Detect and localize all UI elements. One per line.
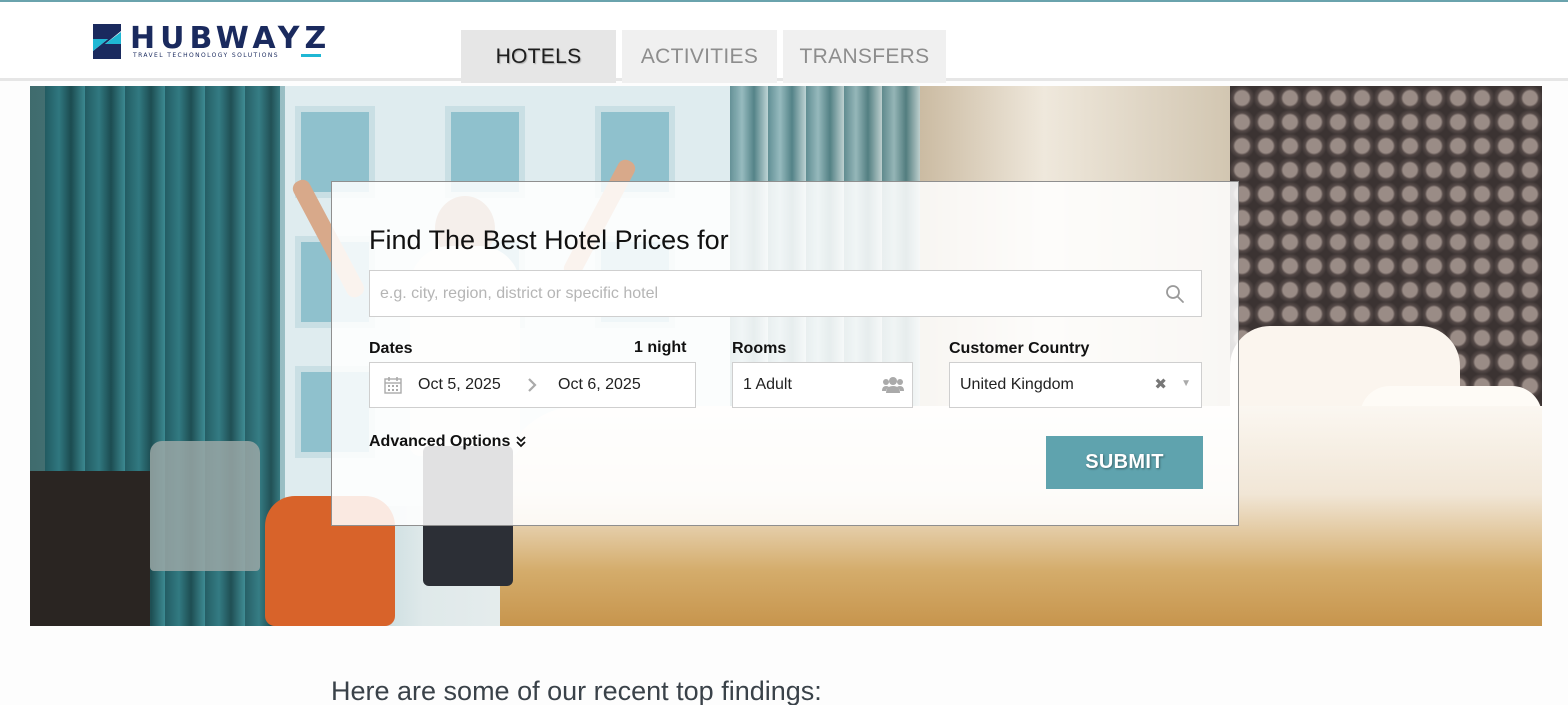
- double-chevron-down-icon: [516, 436, 526, 448]
- check-out-date[interactable]: Oct 6, 2025: [558, 376, 641, 394]
- tab-activities[interactable]: ACTIVITIES: [622, 30, 777, 83]
- customer-country-select[interactable]: United Kingdom ✖ ▼: [949, 362, 1202, 408]
- search-icon[interactable]: [1165, 284, 1185, 304]
- advanced-options-toggle[interactable]: Advanced Options: [369, 433, 527, 451]
- date-range-picker[interactable]: Oct 5, 2025 Oct 6, 2025: [369, 362, 696, 408]
- nights-count: 1 night: [634, 339, 687, 356]
- tab-transfers[interactable]: TRANSFERS: [783, 30, 946, 83]
- brand-logo[interactable]: HUBWAYZ TRAVEL TECHONOLOGY SOLUTIONS: [93, 21, 333, 64]
- dates-label: Dates: [369, 340, 413, 357]
- rooms-value: 1 Adult: [743, 376, 792, 393]
- destination-field[interactable]: [369, 270, 1202, 317]
- submit-button[interactable]: SUBMIT: [1046, 436, 1203, 489]
- logo-z-icon: [93, 24, 121, 59]
- logo-accent-bar: [301, 54, 321, 57]
- country-value: United Kingdom: [960, 376, 1074, 393]
- check-in-date[interactable]: Oct 5, 2025: [418, 376, 501, 394]
- clear-icon[interactable]: ✖: [1154, 375, 1167, 393]
- recent-findings-heading: Here are some of our recent top findings…: [331, 676, 822, 705]
- users-icon: [882, 377, 904, 393]
- destination-input[interactable]: [370, 271, 1160, 316]
- search-title: Find The Best Hotel Prices for: [369, 225, 729, 255]
- calendar-icon: [384, 377, 402, 394]
- brand-tagline: TRAVEL TECHONOLOGY SOLUTIONS: [133, 52, 279, 59]
- brand-name: HUBWAYZ: [130, 21, 332, 56]
- chevron-right-icon: [528, 378, 537, 392]
- hero-desk: [30, 471, 150, 626]
- site-header: HUBWAYZ TRAVEL TECHONOLOGY SOLUTIONS HOT…: [0, 2, 1568, 83]
- country-label: Customer Country: [949, 340, 1090, 357]
- caret-down-icon[interactable]: ▼: [1181, 378, 1191, 389]
- hotel-search-panel: Find The Best Hotel Prices for Dates 1 n…: [331, 181, 1239, 526]
- rooms-selector[interactable]: 1 Adult: [732, 362, 913, 408]
- tab-hotels[interactable]: HOTELS: [461, 30, 616, 83]
- hero-chair: [150, 441, 260, 571]
- advanced-options-label: Advanced Options: [369, 433, 511, 450]
- rooms-label: Rooms: [732, 340, 787, 357]
